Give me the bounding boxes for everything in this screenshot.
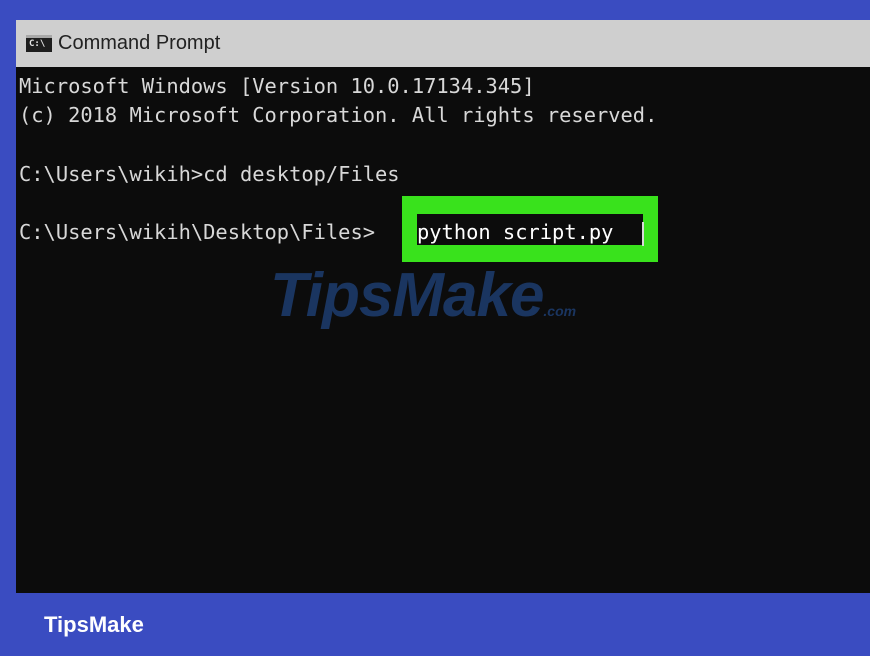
title-bar[interactable]: C:\ Command Prompt: [16, 20, 870, 67]
watermark-text: TipsMake: [270, 261, 544, 330]
watermark-logo: TipsMake.com: [270, 260, 576, 331]
footer-brand: TipsMake: [44, 612, 144, 637]
command-input[interactable]: python script.py: [417, 217, 613, 247]
watermark-suffix: .com: [543, 303, 577, 319]
console-line: C:\Users\wikih>cd desktop/Files: [19, 162, 400, 186]
console-line: Microsoft Windows [Version 10.0.17134.34…: [19, 74, 535, 98]
text-cursor: [642, 222, 644, 246]
console-prompt: C:\Users\wikih\Desktop\Files>: [19, 220, 376, 244]
console-line: (c) 2018 Microsoft Corporation. All righ…: [19, 103, 658, 127]
window-title: Command Prompt: [58, 32, 221, 54]
console-app-icon: C:\: [26, 35, 52, 52]
